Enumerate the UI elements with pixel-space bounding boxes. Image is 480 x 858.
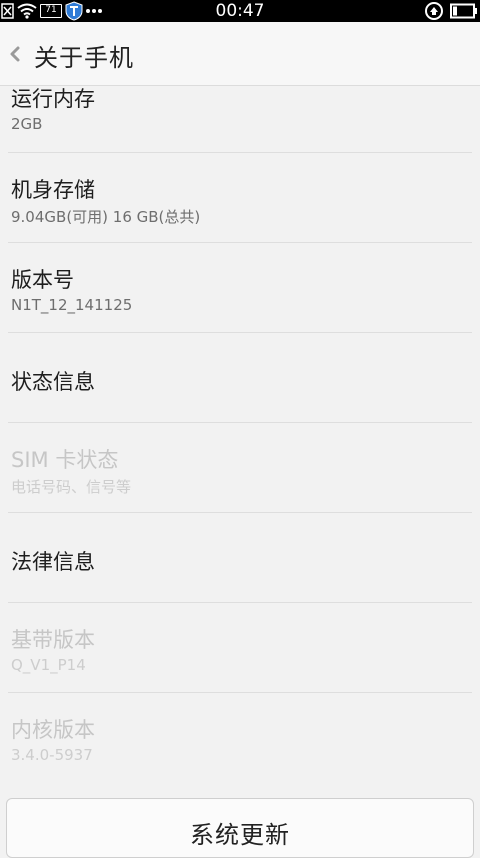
list-item-title: 状态信息 xyxy=(11,370,95,394)
list-item-subtitle: 9.04GB(可用) 16 GB(总共) xyxy=(11,208,201,226)
system-update-button[interactable]: 系统更新 xyxy=(6,798,474,858)
list-item-status[interactable]: 状态信息 xyxy=(0,333,480,423)
system-update-label: 系统更新 xyxy=(190,821,290,849)
list-item-subtitle: 2GB xyxy=(11,115,43,133)
list-item-legal[interactable]: 法律信息 xyxy=(0,513,480,603)
list-item-kernel: 内核版本 3.4.0-5937 xyxy=(0,693,480,783)
list-item-title: 机身存储 xyxy=(11,178,95,202)
list-item-title: 内核版本 xyxy=(11,718,95,742)
list-item-storage[interactable]: 机身存储 9.04GB(可用) 16 GB(总共) xyxy=(0,153,480,243)
list-item-title: SIM 卡状态 xyxy=(11,448,119,472)
list-item-title: 基带版本 xyxy=(11,628,95,652)
battery-icon xyxy=(450,3,478,19)
list-item-subtitle: 3.4.0-5937 xyxy=(11,746,93,764)
list-item-subtitle: 电话号码、信号等 xyxy=(11,478,132,496)
page-title: 关于手机 xyxy=(34,44,134,72)
status-bar-right xyxy=(424,0,480,22)
list-item-title: 运行内存 xyxy=(11,87,95,111)
list-item-title: 法律信息 xyxy=(11,550,95,574)
list-item-baseband: 基带版本 Q_V1_P14 xyxy=(0,603,480,693)
list-item-build-number[interactable]: 版本号 N1T_12_141125 xyxy=(0,243,480,333)
chevron-left-icon[interactable] xyxy=(8,44,22,64)
sync-icon xyxy=(424,1,444,21)
settings-list: 运行内存 2GB 机身存储 9.04GB(可用) 16 GB(总共) 版本号 N… xyxy=(0,86,480,783)
list-item-subtitle: Q_V1_P14 xyxy=(11,656,86,674)
list-item-title: 版本号 xyxy=(11,268,74,292)
list-item-ram[interactable]: 运行内存 2GB xyxy=(0,86,480,153)
status-time: 00:47 xyxy=(215,1,265,21)
app-header: 关于手机 xyxy=(0,22,480,86)
status-bar: 71 00:47 xyxy=(0,0,480,22)
list-item-sim-status: SIM 卡状态 电话号码、信号等 xyxy=(0,423,480,513)
list-item-subtitle: N1T_12_141125 xyxy=(11,296,133,314)
